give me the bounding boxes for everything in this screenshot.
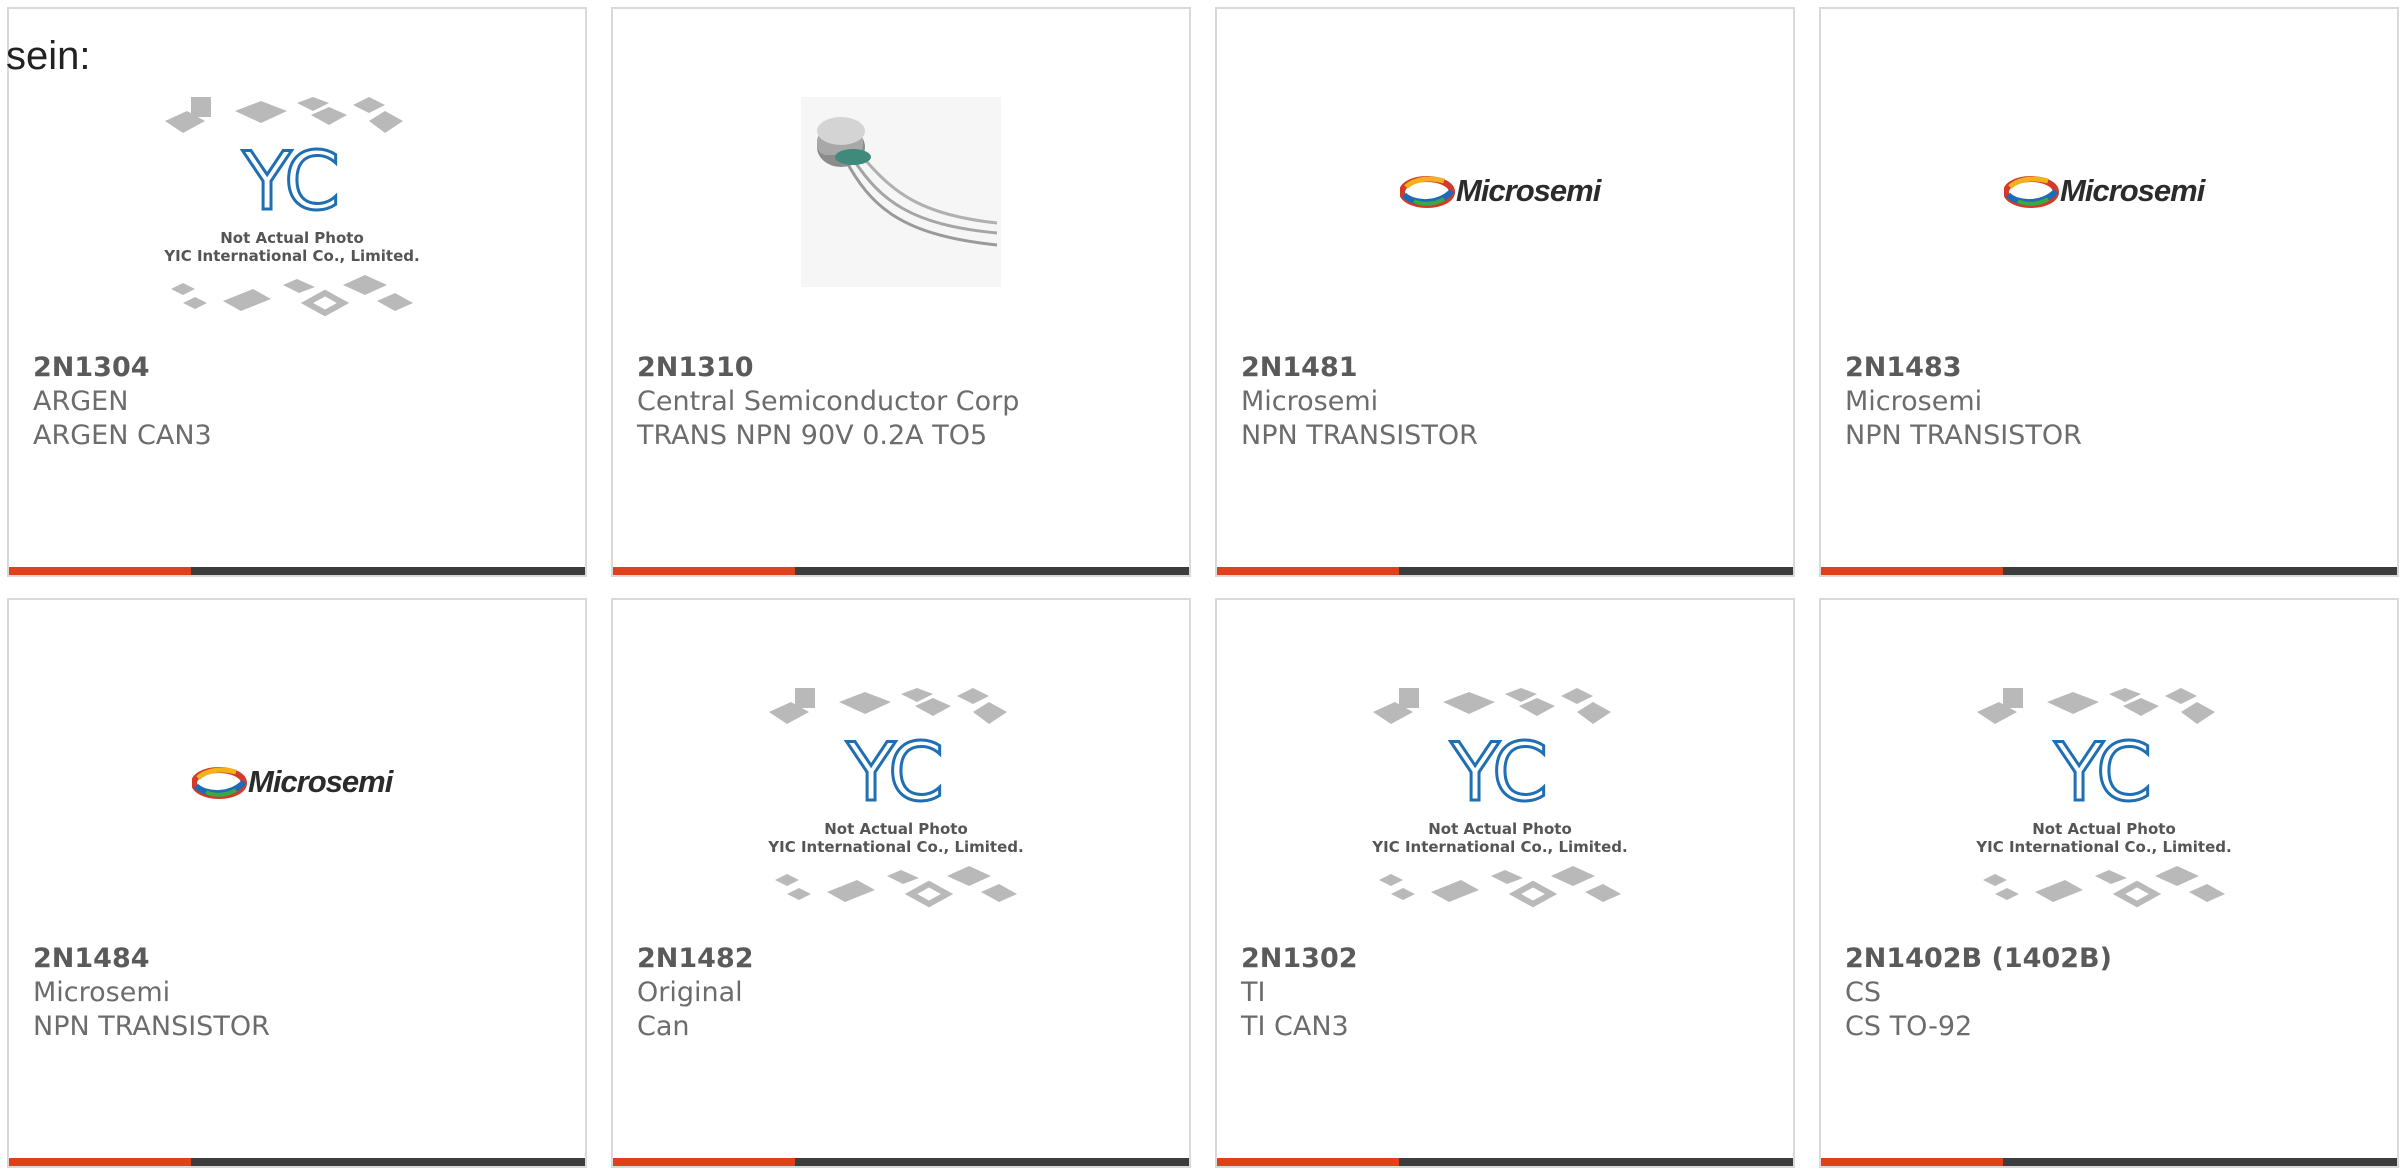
card-accent-bar bbox=[1217, 1158, 1399, 1166]
product-description: TI CAN3 bbox=[1241, 1011, 1349, 1042]
product-part-number[interactable]: 2N1402B (1402B) bbox=[1845, 942, 2112, 976]
product-description: ARGEN CAN3 bbox=[33, 420, 212, 451]
microsemi-logo: Microsemi bbox=[1400, 171, 1610, 211]
product-manufacturer: CS bbox=[1845, 977, 1881, 1008]
product-image[interactable]: Y C Not Actual Photo YIC International C… bbox=[613, 670, 1189, 935]
product-manufacturer: Microsemi bbox=[1241, 386, 1379, 417]
product-manufacturer: Original bbox=[637, 977, 743, 1008]
product-card[interactable]: Y C Not Actual Photo YIC International C… bbox=[1819, 598, 2399, 1168]
placeholder-image: Y C Not Actual Photo YIC International C… bbox=[157, 89, 427, 334]
card-bottom-bar bbox=[9, 1158, 585, 1166]
placeholder-line2: YIC International Co., Limited. bbox=[1976, 838, 2232, 856]
placeholder-image: Y C Not Actual Photo YIC International C… bbox=[761, 680, 1031, 925]
placeholder-line1: Not Actual Photo bbox=[220, 229, 364, 247]
placeholder-line1: Not Actual Photo bbox=[2032, 820, 2176, 838]
placeholder-line2: YIC International Co., Limited. bbox=[768, 838, 1024, 856]
card-accent-bar bbox=[9, 567, 191, 575]
product-image[interactable]: Y C Not Actual Photo YIC International C… bbox=[9, 79, 585, 344]
card-accent-bar bbox=[1821, 567, 2003, 575]
placeholder-image: Y C Not Actual Photo YIC International C… bbox=[1365, 680, 1635, 925]
product-part-number[interactable]: 2N1304 bbox=[33, 351, 212, 385]
product-part-number[interactable]: 2N1484 bbox=[33, 942, 270, 976]
placeholder-image: Y C Not Actual Photo YIC International C… bbox=[1969, 680, 2239, 925]
card-bottom-bar bbox=[1821, 1158, 2397, 1166]
card-accent-bar bbox=[9, 1158, 191, 1166]
product-manufacturer: Microsemi bbox=[1845, 386, 1983, 417]
transistor-photo bbox=[801, 97, 1001, 287]
svg-text:C: C bbox=[1492, 726, 1548, 819]
product-description: Can bbox=[637, 1011, 690, 1042]
placeholder-line2: YIC International Co., Limited. bbox=[1372, 838, 1628, 856]
card-bottom-bar bbox=[1821, 567, 2397, 575]
product-card[interactable]: Microsemi 2N1483 Microsemi NPN TRANSISTO… bbox=[1819, 7, 2399, 577]
product-description: NPN TRANSISTOR bbox=[1845, 420, 2082, 451]
product-image[interactable]: Y C Not Actual Photo YIC International C… bbox=[1217, 670, 1793, 935]
product-manufacturer: Microsemi bbox=[33, 977, 171, 1008]
product-part-number[interactable]: 2N1483 bbox=[1845, 351, 2082, 385]
product-card[interactable]: Y C Not Actual Photo YIC International C… bbox=[1215, 598, 1795, 1168]
svg-text:C: C bbox=[2096, 726, 2152, 819]
card-bottom-bar bbox=[613, 567, 1189, 575]
microsemi-logo: Microsemi bbox=[192, 762, 402, 802]
product-description: NPN TRANSISTOR bbox=[1241, 420, 1478, 451]
svg-text:C: C bbox=[284, 135, 340, 228]
placeholder-line2: YIC International Co., Limited. bbox=[164, 247, 420, 265]
product-card[interactable]: Y C Not Actual Photo YIC International C… bbox=[7, 7, 587, 577]
microsemi-logo-text: Microsemi bbox=[1456, 173, 1601, 208]
product-card[interactable]: Microsemi 2N1484 Microsemi NPN TRANSISTO… bbox=[7, 598, 587, 1168]
card-accent-bar bbox=[1821, 1158, 2003, 1166]
card-bottom-bar bbox=[9, 567, 585, 575]
product-image[interactable] bbox=[613, 79, 1189, 344]
microsemi-logo: Microsemi bbox=[2004, 171, 2214, 211]
product-image[interactable]: Y C Not Actual Photo YIC International C… bbox=[1821, 670, 2397, 935]
product-description: CS TO-92 bbox=[1845, 1011, 1973, 1042]
product-manufacturer: ARGEN bbox=[33, 386, 129, 417]
product-part-number[interactable]: 2N1481 bbox=[1241, 351, 1478, 385]
product-manufacturer: TI bbox=[1241, 977, 1266, 1008]
placeholder-line1: Not Actual Photo bbox=[824, 820, 968, 838]
card-bottom-bar bbox=[1217, 567, 1793, 575]
product-card[interactable]: Microsemi 2N1481 Microsemi NPN TRANSISTO… bbox=[1215, 7, 1795, 577]
card-accent-bar bbox=[613, 1158, 795, 1166]
product-part-number[interactable]: 2N1482 bbox=[637, 942, 754, 976]
card-accent-bar bbox=[613, 567, 795, 575]
product-part-number[interactable]: 2N1310 bbox=[637, 351, 1019, 385]
microsemi-logo-text: Microsemi bbox=[2060, 173, 2205, 208]
card-bottom-bar bbox=[613, 1158, 1189, 1166]
microsemi-logo-text: Microsemi bbox=[248, 764, 393, 799]
card-bottom-bar bbox=[1217, 1158, 1793, 1166]
card-accent-bar bbox=[1217, 567, 1399, 575]
placeholder-line1: Not Actual Photo bbox=[1428, 820, 1572, 838]
svg-text:C: C bbox=[888, 726, 944, 819]
intro-text: sein: bbox=[6, 34, 91, 78]
product-card[interactable]: 2N1310 Central Semiconductor Corp TRANS … bbox=[611, 7, 1191, 577]
product-description: TRANS NPN 90V 0.2A TO5 bbox=[637, 420, 988, 451]
product-image[interactable]: Microsemi bbox=[1217, 79, 1793, 344]
product-part-number[interactable]: 2N1302 bbox=[1241, 942, 1358, 976]
product-image[interactable]: Microsemi bbox=[9, 670, 585, 935]
product-card[interactable]: Y C Not Actual Photo YIC International C… bbox=[611, 598, 1191, 1168]
product-grid: Y C Not Actual Photo YIC International C… bbox=[7, 7, 2399, 1168]
product-manufacturer: Central Semiconductor Corp bbox=[637, 386, 1020, 417]
product-description: NPN TRANSISTOR bbox=[33, 1011, 270, 1042]
product-image[interactable]: Microsemi bbox=[1821, 79, 2397, 344]
